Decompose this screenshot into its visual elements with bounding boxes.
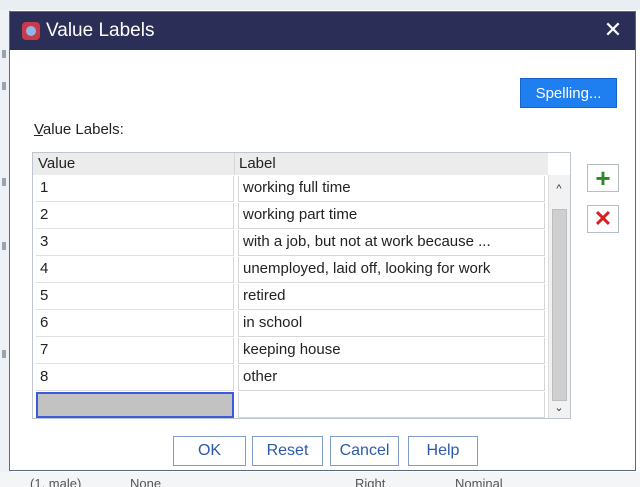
label-cell[interactable]: other xyxy=(238,365,545,391)
value-cell[interactable]: 1 xyxy=(36,176,234,202)
bg-cell-measure: Nominal xyxy=(455,476,503,487)
table-row[interactable]: 4 unemployed, laid off, looking for work xyxy=(33,256,548,283)
delete-label-button[interactable]: ✕ xyxy=(587,205,619,233)
bg-cell-align: Right xyxy=(355,476,386,487)
value-labels-grid: Value Label 1 working full time 2 workin… xyxy=(32,152,571,419)
scroll-thumb[interactable] xyxy=(552,209,567,401)
value-cell[interactable]: 6 xyxy=(36,311,234,337)
new-entry-row[interactable] xyxy=(33,391,548,418)
label-cell[interactable]: with a job, but not at work because ... xyxy=(238,230,545,256)
grid-header: Value Label xyxy=(33,153,548,175)
dialog-title: Value Labels xyxy=(46,20,155,41)
value-cell[interactable]: 8 xyxy=(36,365,234,391)
column-header-value: Value xyxy=(38,155,76,172)
background-window-bottom: (1, male) None Right Nominal xyxy=(0,472,640,487)
value-cell[interactable]: 4 xyxy=(36,257,234,283)
label-cell[interactable]: working part time xyxy=(238,203,545,229)
value-cell[interactable]: 2 xyxy=(36,203,234,229)
add-label-button[interactable]: + xyxy=(587,164,619,192)
vertical-scrollbar[interactable]: ^ ⌄ xyxy=(548,175,570,418)
reset-button[interactable]: Reset xyxy=(252,436,323,466)
spelling-button[interactable]: Spelling... xyxy=(520,78,617,108)
value-cell[interactable]: 7 xyxy=(36,338,234,364)
value-cell[interactable]: 5 xyxy=(36,284,234,310)
bg-cell-values: (1, male) xyxy=(30,476,82,487)
label-cell[interactable]: unemployed, laid off, looking for work xyxy=(238,257,545,283)
value-cell[interactable]: 3 xyxy=(36,230,234,256)
table-row[interactable]: 1 working full time xyxy=(33,175,548,202)
column-header-label: Label xyxy=(239,155,276,172)
background-window-top xyxy=(0,0,640,10)
value-labels-label: Value Labels: xyxy=(34,121,124,138)
scroll-down-icon[interactable]: ⌄ xyxy=(551,401,567,415)
label-cell[interactable]: working full time xyxy=(238,176,545,202)
new-label-cell[interactable] xyxy=(238,392,545,418)
table-row[interactable]: 8 other xyxy=(33,364,548,391)
close-button[interactable]: ✕ xyxy=(601,18,625,42)
label-cell[interactable]: keeping house xyxy=(238,338,545,364)
label-cell[interactable]: retired xyxy=(238,284,545,310)
table-row[interactable]: 2 working part time xyxy=(33,202,548,229)
section-label-text: alue Labels: xyxy=(42,121,124,138)
label-cell[interactable]: in school xyxy=(238,311,545,337)
app-icon xyxy=(22,22,40,40)
scroll-up-icon[interactable]: ^ xyxy=(551,183,567,197)
table-row[interactable]: 5 retired xyxy=(33,283,548,310)
title-bar[interactable]: Value Labels ✕ xyxy=(10,12,635,50)
column-divider xyxy=(234,153,235,175)
cancel-button[interactable]: Cancel xyxy=(330,436,399,466)
help-button[interactable]: Help xyxy=(408,436,478,466)
table-row[interactable]: 3 with a job, but not at work because ..… xyxy=(33,229,548,256)
new-value-cell[interactable] xyxy=(36,392,234,418)
mnemonic-letter: V xyxy=(34,121,43,138)
value-labels-dialog: Value Labels ✕ Spelling... Value Labels:… xyxy=(9,11,636,471)
table-row[interactable]: 6 in school xyxy=(33,310,548,337)
bg-cell-missing: None xyxy=(130,476,162,487)
table-row[interactable]: 7 keeping house xyxy=(33,337,548,364)
ok-button[interactable]: OK xyxy=(173,436,246,466)
